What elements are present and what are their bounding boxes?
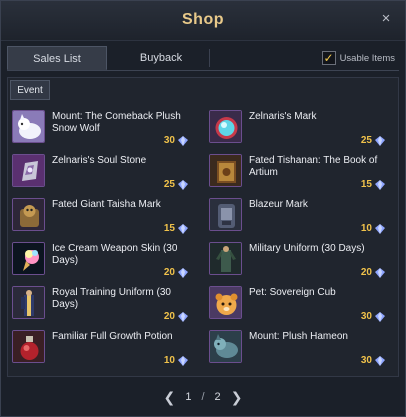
item-name: Ice Cream Weapon Skin (30 Days) bbox=[52, 243, 178, 266]
item-price-value: 15 bbox=[163, 223, 175, 234]
crystal-gem-icon bbox=[375, 311, 385, 322]
current-page: 1 bbox=[185, 391, 192, 403]
soul-stone-icon bbox=[12, 154, 45, 187]
item-name: Fated Giant Taisha Mark bbox=[52, 199, 161, 210]
shop-item[interactable]: Mount: Plush Hameon 30 bbox=[205, 328, 395, 368]
item-name: Zelnaris's Soul Stone bbox=[52, 155, 147, 166]
crystal-gem-icon bbox=[178, 135, 188, 146]
item-list-panel: Event Mount: The Comeback Plush Snow Wol… bbox=[7, 77, 399, 377]
item-price: 25 bbox=[361, 135, 385, 146]
shop-item[interactable]: Zelnaris's Mark 25 bbox=[205, 108, 395, 148]
next-page-icon[interactable]: ❯ bbox=[231, 389, 243, 406]
item-name: Blazeur Mark bbox=[249, 199, 308, 210]
item-price-value: 25 bbox=[163, 179, 175, 190]
shop-item[interactable]: Familiar Full Growth Potion 10 bbox=[8, 328, 198, 368]
tab-sales-list[interactable]: Sales List bbox=[7, 46, 107, 70]
tab-bar: Sales List Buyback ✓ Usable Items bbox=[7, 46, 399, 70]
item-price: 30 bbox=[361, 355, 385, 366]
shop-item[interactable]: Pet: Sovereign Cub 30 bbox=[205, 284, 395, 324]
crystal-gem-icon bbox=[375, 267, 385, 278]
snow-wolf-icon bbox=[12, 110, 45, 143]
item-name: Mount: Plush Hameon bbox=[249, 331, 348, 342]
item-name: Mount: The Comeback Plush Snow Wolf bbox=[52, 111, 181, 134]
shop-item[interactable]: Fated Giant Taisha Mark 15 bbox=[8, 196, 198, 236]
close-icon[interactable]: × bbox=[379, 11, 393, 26]
subtab-event[interactable]: Event bbox=[10, 80, 50, 100]
usable-items-toggle[interactable]: ✓ Usable Items bbox=[321, 49, 395, 67]
item-price-value: 30 bbox=[360, 355, 372, 366]
potion-icon bbox=[12, 330, 45, 363]
total-pages: 2 bbox=[214, 391, 221, 403]
military-uniform-icon bbox=[209, 242, 242, 275]
crystal-gem-icon bbox=[375, 355, 385, 366]
item-price-value: 10 bbox=[360, 223, 372, 234]
giant-mark-icon bbox=[12, 198, 45, 231]
item-name: Zelnaris's Mark bbox=[249, 111, 317, 122]
shop-item[interactable]: Ice Cream Weapon Skin (30 Days) 20 bbox=[8, 240, 198, 280]
item-price-value: 20 bbox=[360, 267, 372, 278]
prev-page-icon[interactable]: ❮ bbox=[163, 389, 175, 406]
crystal-gem-icon bbox=[178, 179, 188, 190]
item-name: Pet: Sovereign Cub bbox=[249, 287, 336, 298]
item-price-value: 30 bbox=[163, 135, 175, 146]
window-title: Shop bbox=[182, 11, 224, 28]
item-price: 15 bbox=[164, 223, 188, 234]
item-price-value: 25 bbox=[360, 135, 372, 146]
pagination: ❮ 1 / 2 ❯ bbox=[1, 389, 405, 405]
tab-divider bbox=[209, 49, 210, 67]
item-price-value: 20 bbox=[163, 267, 175, 278]
item-price-value: 10 bbox=[163, 355, 175, 366]
item-price: 25 bbox=[164, 179, 188, 190]
book-icon bbox=[209, 154, 242, 187]
shop-item[interactable]: Military Uniform (30 Days) 20 bbox=[205, 240, 395, 280]
item-price: 30 bbox=[361, 311, 385, 322]
crystal-gem-icon bbox=[178, 223, 188, 234]
page-separator: / bbox=[201, 391, 205, 403]
item-price: 10 bbox=[361, 223, 385, 234]
crystal-gem-icon bbox=[178, 311, 188, 322]
mark-orb-icon bbox=[209, 110, 242, 143]
item-name: Fated Tishanan: The Book of Artium bbox=[249, 155, 378, 178]
crystal-gem-icon bbox=[178, 355, 188, 366]
tab-buyback[interactable]: Buyback bbox=[111, 46, 211, 70]
item-name: Military Uniform (30 Days) bbox=[249, 243, 365, 254]
usable-items-label: Usable Items bbox=[339, 52, 395, 64]
shop-item[interactable]: Royal Training Uniform (30 Days) 20 bbox=[8, 284, 198, 324]
crystal-gem-icon bbox=[375, 135, 385, 146]
shop-window: Shop × Sales List Buyback ✓ Usable Items… bbox=[0, 0, 406, 417]
item-price: 20 bbox=[164, 267, 188, 278]
shop-item[interactable]: Fated Tishanan: The Book of Artium 15 bbox=[205, 152, 395, 192]
title-bar[interactable]: Shop × bbox=[1, 1, 405, 41]
shop-item[interactable]: Zelnaris's Soul Stone 25 bbox=[8, 152, 198, 192]
item-price-value: 20 bbox=[163, 311, 175, 322]
cub-pet-icon bbox=[209, 286, 242, 319]
item-price: 15 bbox=[361, 179, 385, 190]
hameon-mount-icon bbox=[209, 330, 242, 363]
usable-items-checkbox[interactable]: ✓ bbox=[321, 51, 336, 65]
crystal-gem-icon bbox=[375, 223, 385, 234]
crystal-gem-icon bbox=[178, 267, 188, 278]
crystal-gem-icon bbox=[375, 179, 385, 190]
item-price-value: 15 bbox=[360, 179, 372, 190]
item-name: Familiar Full Growth Potion bbox=[52, 331, 173, 342]
item-price: 20 bbox=[164, 311, 188, 322]
item-price: 30 bbox=[164, 135, 188, 146]
shop-item[interactable]: Mount: The Comeback Plush Snow Wolf 30 bbox=[8, 108, 198, 148]
royal-uniform-icon bbox=[12, 286, 45, 319]
item-price: 10 bbox=[164, 355, 188, 366]
item-price-value: 30 bbox=[360, 311, 372, 322]
tab-underline bbox=[7, 70, 399, 71]
shop-item[interactable]: Blazeur Mark 10 bbox=[205, 196, 395, 236]
blazeur-mark-icon bbox=[209, 198, 242, 231]
ice-cream-icon bbox=[12, 242, 45, 275]
item-name: Royal Training Uniform (30 Days) bbox=[52, 287, 171, 310]
item-price: 20 bbox=[361, 267, 385, 278]
